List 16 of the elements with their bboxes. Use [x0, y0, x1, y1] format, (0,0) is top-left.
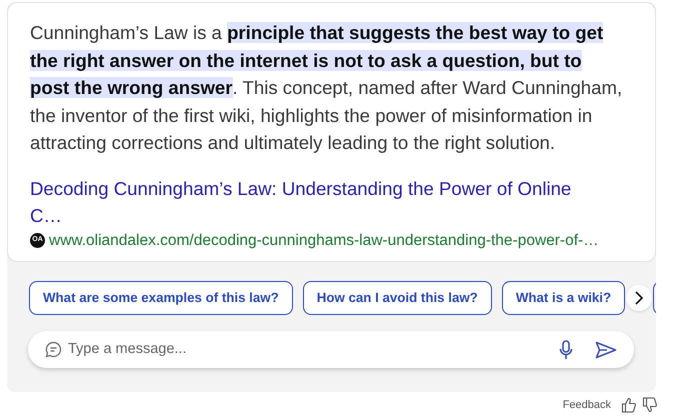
chat-icon [45, 341, 62, 358]
source-link[interactable]: Decoding Cunningham’s Law: Understanding the Power of Online C… [30, 174, 592, 228]
microphone-icon[interactable] [559, 340, 573, 360]
feedback-label: Feedback [562, 398, 611, 413]
answer-paragraph: Cunningham’s Law is a principle that suggests the best way to get the right answer on the internet is not to ask a question, but to post the wrong answer. This concept, named after Ward Cunningham, the inventor of the first wiki, highlights the power of misinformation in attracting corrections and ultimately leading to the right solution. [30, 21, 624, 155]
next-suggestions-button[interactable] [626, 285, 652, 311]
suggestion-chip[interactable]: What is a wiki? [502, 281, 626, 315]
message-input[interactable]: Type a message... [68, 338, 559, 360]
chevron-right-icon [633, 291, 645, 305]
suggestion-chip[interactable]: How can I avoid this law? [302, 281, 492, 315]
thumbs-down-icon[interactable] [642, 397, 657, 414]
suggestion-chip[interactable]: What are some examples of this law? [29, 281, 293, 315]
message-field[interactable]: Type a message... [28, 331, 634, 368]
source-url[interactable]: www.oliandalex.com/decoding-cunninghams-law-understanding-the-power-of-… [49, 228, 599, 252]
thumbs-up-icon[interactable] [621, 397, 636, 414]
send-icon[interactable] [595, 340, 617, 358]
